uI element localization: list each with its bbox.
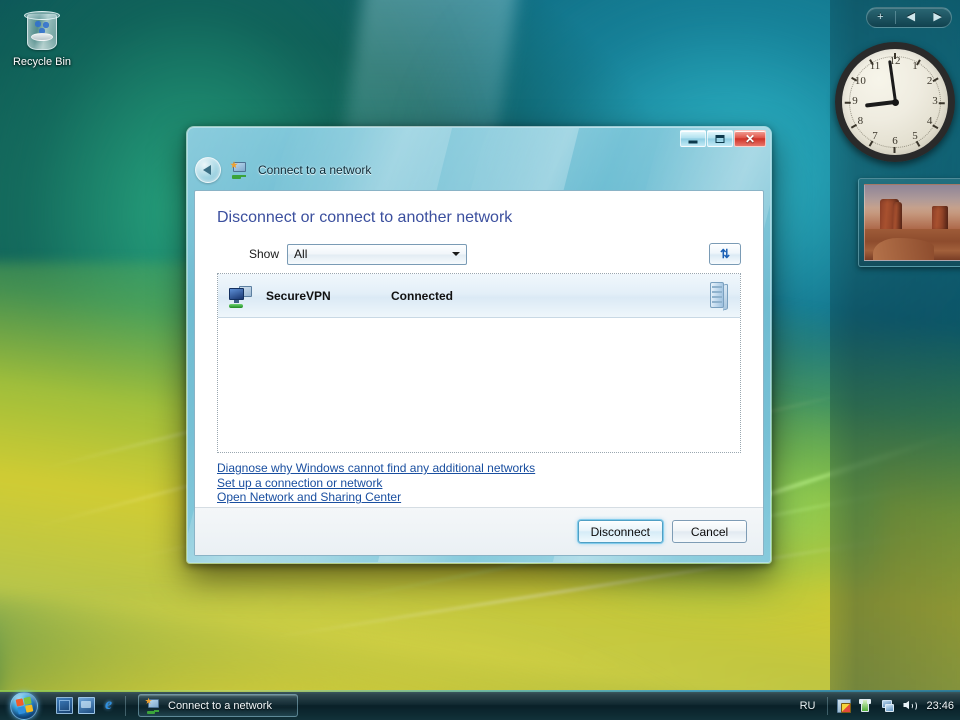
clock-numeral: 7 bbox=[872, 129, 878, 142]
add-gadget-button[interactable]: + bbox=[868, 12, 892, 23]
desktop-icon-label: Recycle Bin bbox=[12, 56, 72, 68]
window-titlebar[interactable]: ✕ bbox=[186, 126, 772, 148]
show-desktop-icon[interactable] bbox=[56, 697, 73, 714]
tray-divider bbox=[827, 696, 829, 715]
minimize-button[interactable] bbox=[680, 130, 706, 147]
server-icon bbox=[708, 281, 730, 311]
network-status: Connected bbox=[391, 288, 454, 303]
taskbar-item-label: Connect to a network bbox=[168, 699, 272, 712]
recycle-bin-icon bbox=[18, 8, 66, 54]
link-network-sharing-center[interactable]: Open Network and Sharing Center bbox=[217, 490, 401, 505]
dialog-button-bar: Disconnect Cancel bbox=[195, 507, 763, 555]
clock-gadget[interactable]: 12 1 2 3 4 5 6 7 8 9 10 11 bbox=[835, 42, 955, 162]
back-button[interactable] bbox=[195, 157, 221, 183]
close-icon: ✕ bbox=[744, 131, 756, 146]
previous-gadget-button[interactable]: ◀ bbox=[899, 12, 923, 23]
link-diagnose[interactable]: Diagnose why Windows cannot find any add… bbox=[217, 461, 535, 476]
window-controls: ✕ bbox=[679, 130, 766, 147]
start-button[interactable] bbox=[2, 691, 46, 720]
taskbar-accent-line bbox=[0, 690, 960, 692]
next-gadget-button[interactable]: ▶ bbox=[926, 12, 950, 23]
clock-numeral: 4 bbox=[926, 115, 933, 127]
volume-icon[interactable] bbox=[902, 698, 918, 714]
connect-to-network-window[interactable]: ✕ Connect to a network Disconnect or con… bbox=[186, 126, 772, 564]
refresh-icon: ⇅ bbox=[719, 247, 731, 261]
show-dropdown-value: All bbox=[294, 247, 308, 261]
link-setup-connection[interactable]: Set up a connection or network bbox=[217, 476, 382, 491]
quick-launch-bar: e bbox=[56, 697, 117, 714]
maximize-icon bbox=[715, 134, 725, 143]
desktop-icon-recycle-bin[interactable]: Recycle Bin bbox=[5, 8, 79, 68]
network-icon[interactable] bbox=[880, 698, 896, 714]
clock-numeral: 5 bbox=[912, 129, 918, 142]
window-navigation-bar: Connect to a network bbox=[186, 150, 772, 190]
power-icon[interactable] bbox=[858, 698, 874, 714]
clock-numeral: 11 bbox=[869, 60, 881, 73]
disconnect-button[interactable]: Disconnect bbox=[577, 520, 663, 543]
action-center-icon[interactable] bbox=[836, 698, 852, 714]
content-main: Disconnect or connect to another network… bbox=[195, 191, 763, 507]
vpn-connection-icon bbox=[228, 284, 254, 308]
clock-numeral: 1 bbox=[912, 60, 918, 73]
network-name: SecureVPN bbox=[266, 288, 331, 303]
help-links: Diagnose why Windows cannot find any add… bbox=[217, 453, 741, 505]
network-list[interactable]: SecureVPN Connected bbox=[217, 273, 741, 453]
clock-numeral: 2 bbox=[926, 75, 933, 87]
internet-explorer-icon[interactable]: e bbox=[100, 697, 117, 714]
taskbar: e Connect to a network RU 23:46 bbox=[0, 690, 960, 720]
network-icon bbox=[145, 697, 161, 714]
maximize-button[interactable] bbox=[707, 130, 733, 147]
windows-sidebar: + ◀ ▶ 12 1 2 3 4 5 6 7 8 9 10 11 bbox=[830, 0, 960, 690]
slideshow-gadget[interactable] bbox=[858, 178, 960, 267]
taskbar-item-connect-to-a-network[interactable]: Connect to a network bbox=[138, 694, 298, 717]
window-content: Disconnect or connect to another network… bbox=[194, 190, 764, 556]
close-button[interactable]: ✕ bbox=[734, 130, 766, 147]
sidebar-divider bbox=[895, 11, 897, 24]
slideshow-photo bbox=[864, 184, 960, 261]
window-title: Connect to a network bbox=[258, 163, 372, 177]
clock-numeral: 8 bbox=[857, 115, 864, 127]
cancel-button[interactable]: Cancel bbox=[672, 520, 747, 543]
clock-numeral: 9 bbox=[852, 95, 858, 107]
clock-numeral: 6 bbox=[892, 135, 898, 147]
show-label: Show bbox=[249, 247, 280, 261]
clock-face: 12 1 2 3 4 5 6 7 8 9 10 11 bbox=[835, 42, 955, 162]
taskbar-separator bbox=[125, 695, 126, 716]
chevron-down-icon bbox=[452, 252, 461, 256]
system-tray: RU 23:46 bbox=[800, 691, 960, 720]
clock-center-pin bbox=[891, 98, 899, 106]
windows-orb-icon bbox=[10, 691, 38, 720]
back-arrow-icon bbox=[203, 165, 211, 175]
clock-numeral: 3 bbox=[932, 95, 938, 107]
clock[interactable]: 23:46 bbox=[926, 700, 954, 712]
clock-numeral: 10 bbox=[854, 75, 866, 87]
show-filter-row: Show All ⇅ bbox=[217, 243, 741, 265]
table-row[interactable]: SecureVPN Connected bbox=[218, 274, 740, 318]
network-connect-icon bbox=[230, 161, 248, 179]
show-dropdown[interactable]: All bbox=[287, 243, 468, 265]
flip3d-icon[interactable] bbox=[78, 697, 95, 714]
refresh-button[interactable]: ⇅ bbox=[709, 243, 741, 265]
sidebar-header: + ◀ ▶ bbox=[866, 7, 952, 28]
language-indicator[interactable]: RU bbox=[800, 700, 816, 712]
page-title: Disconnect or connect to another network bbox=[217, 209, 513, 226]
minimize-icon bbox=[688, 140, 698, 143]
